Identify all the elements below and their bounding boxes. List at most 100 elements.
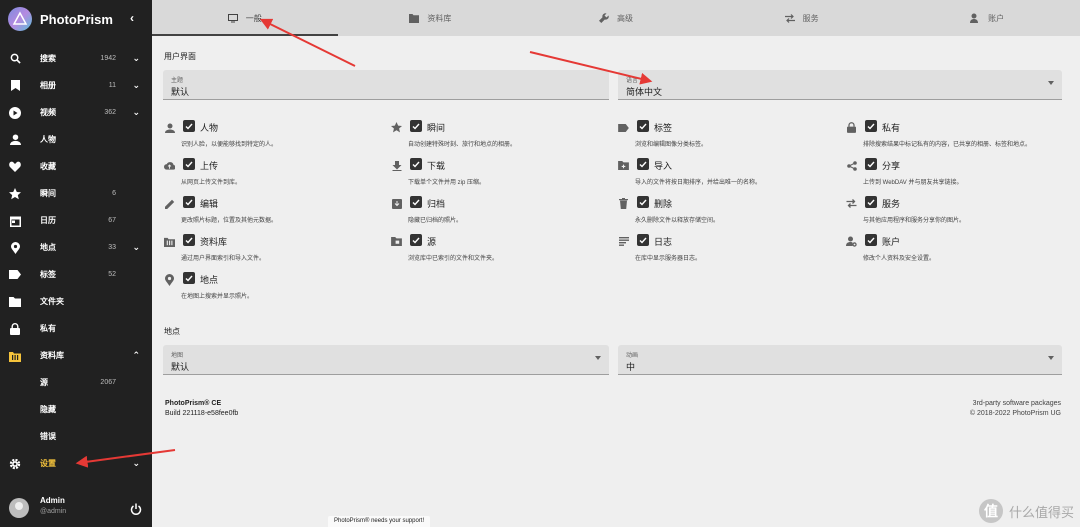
lock-icon [846, 122, 857, 133]
feature-checkbox[interactable] [183, 196, 195, 208]
tab-library[interactable]: 资料库 [338, 0, 524, 36]
gear-icon [9, 458, 21, 470]
feature-name: 下载 [427, 161, 446, 171]
sidebar-item-labels[interactable]: 标签 52 [0, 261, 152, 288]
sidebar-item-folders[interactable]: 文件夹 [0, 288, 152, 315]
star-icon [9, 187, 21, 200]
chevron-down-icon[interactable]: ⌄ [132, 80, 140, 91]
user-account[interactable]: Admin @admin [0, 493, 152, 527]
feature-checkbox[interactable] [410, 196, 422, 208]
sidebar-item-hidden[interactable]: 隐藏 [0, 396, 152, 423]
feature-checkbox[interactable] [865, 234, 877, 246]
chevron-down-icon[interactable]: ⌄ [132, 107, 140, 118]
sidebar-item-library[interactable]: 资料库 ⌃ [0, 342, 152, 369]
tab-services[interactable]: 服务 [709, 0, 895, 36]
sidebar-item-albums[interactable]: 相册 11 ⌄ [0, 72, 152, 99]
feature-checkbox[interactable] [637, 234, 649, 246]
chevron-up-icon[interactable]: ⌃ [132, 350, 140, 361]
feature-description: 浏览库中已索引的文件和文件夹。 [408, 256, 499, 262]
chevron-down-icon[interactable]: ⌄ [132, 53, 140, 64]
sidebar-item-label: 私有 [40, 324, 56, 333]
tab-advanced[interactable]: 高级 [523, 0, 709, 36]
support-banner[interactable]: PhotoPrism® needs your support! [328, 516, 431, 527]
feature-people: 人物 识别人脸，以便能够找到特定的人。 [164, 120, 384, 158]
location-icon [9, 241, 21, 254]
feature-checkbox[interactable] [865, 120, 877, 132]
feature-checkbox[interactable] [183, 272, 195, 284]
tab-general[interactable]: 一般 [152, 0, 338, 36]
feature-checkbox[interactable] [410, 234, 422, 246]
feature-labels: 标签 浏览和编辑图像分类标签。 [618, 120, 838, 158]
archive-icon [391, 198, 402, 209]
feature-checkbox[interactable] [637, 196, 649, 208]
swap-icon [784, 13, 795, 23]
sidebar-item-originals[interactable]: 源 2067 [0, 369, 152, 396]
feature-upload: 上传 从网页上传文件到库。 [164, 158, 384, 196]
cloud-upload-icon [164, 160, 175, 171]
feature-checkbox[interactable] [865, 158, 877, 170]
theme-select[interactable]: 主题 默认 [163, 70, 609, 100]
build-version: Build 221118-e58fee0fb [165, 410, 239, 417]
third-party-packages-link[interactable]: 3rd-party software packages [970, 400, 1061, 407]
feature-checkbox[interactable] [410, 158, 422, 170]
sidebar-item-label: 设置 [40, 459, 56, 468]
feature-share: 分享 上传到 WebDAV 并与朋友共享链接。 [846, 158, 1066, 196]
animation-select[interactable]: 动画 中 [618, 345, 1062, 375]
count-badge: 52 [108, 271, 116, 278]
brand[interactable]: PhotoPrism ‹ [0, 0, 152, 38]
feature-services: 服务 与其他应用程序和服务分享你的图片。 [846, 196, 1066, 234]
feature-moments: 瞬间 自动创建特殊时刻、旅行和地点的相册。 [391, 120, 611, 158]
map-style-select[interactable]: 地图 默认 [163, 345, 609, 375]
feature-import: 导入 导入的文件将按日期排序，并给出唯一的名称。 [618, 158, 838, 196]
sidebar-item-settings[interactable]: 设置 ⌄ [0, 450, 152, 477]
tab-label: 资料库 [427, 13, 452, 23]
count-badge: 362 [104, 109, 116, 116]
power-icon[interactable] [130, 502, 142, 515]
feature-name: 服务 [882, 199, 901, 209]
feature-checkbox[interactable] [637, 158, 649, 170]
feature-name: 标签 [654, 123, 673, 133]
collapse-sidebar-button[interactable]: ‹ [130, 11, 134, 25]
feature-name: 分享 [882, 161, 901, 171]
sidebar-item-errors[interactable]: 错误 [0, 423, 152, 450]
feature-description: 下载单个文件并用 zip 压缩。 [408, 180, 486, 186]
sidebar-item-label: 地点 [40, 243, 56, 252]
sidebar-item-calendar[interactable]: 日历 67 [0, 207, 152, 234]
person-icon [9, 134, 21, 146]
tab-account[interactable]: 账户 [894, 0, 1080, 36]
tab-label: 服务 [802, 13, 819, 23]
library-icon [409, 13, 420, 23]
sidebar-item-search[interactable]: 搜索 1942 ⌄ [0, 44, 152, 72]
feature-checkbox[interactable] [637, 120, 649, 132]
chevron-down-icon[interactable]: ⌄ [132, 458, 140, 469]
feature-name: 私有 [882, 123, 901, 133]
sidebar-item-label: 资料库 [40, 351, 64, 360]
feature-checkbox[interactable] [183, 120, 195, 132]
play-icon [9, 106, 21, 119]
feature-name: 源 [427, 237, 437, 247]
user-name: Admin [40, 496, 65, 505]
feature-description: 通过用户界面索引和导入文件。 [181, 256, 266, 262]
sidebar-item-videos[interactable]: 视频 362 ⌄ [0, 99, 152, 126]
sidebar-item-moments[interactable]: 瞬间 6 [0, 180, 152, 207]
feature-checkbox[interactable] [865, 196, 877, 208]
folder-icon [9, 296, 21, 308]
location-icon [164, 273, 175, 286]
sidebar-item-favorites[interactable]: 收藏 [0, 153, 152, 180]
feature-private: 私有 排除搜索结果中标记私有的内容，已共享的相册、标签和地点。 [846, 120, 1066, 158]
language-select[interactable]: 语言 简体中文 [618, 70, 1062, 100]
sidebar-item-people[interactable]: 人物 [0, 126, 152, 153]
sidebar-item-label: 日历 [40, 216, 56, 225]
tab-label: 一般 [245, 13, 262, 23]
feature-name: 人物 [200, 123, 219, 133]
avatar [9, 498, 29, 518]
feature-checkbox[interactable] [183, 158, 195, 170]
sidebar-item-places[interactable]: 地点 33 ⌄ [0, 234, 152, 261]
chevron-down-icon[interactable]: ⌄ [132, 242, 140, 253]
feature-checkbox[interactable] [183, 234, 195, 246]
feature-description: 隐藏已归档的照片。 [408, 218, 463, 224]
select-value: 默认 [171, 87, 190, 97]
feature-checkbox[interactable] [410, 120, 422, 132]
tab-label: 账户 [988, 13, 1005, 23]
sidebar-item-private[interactable]: 私有 [0, 315, 152, 342]
